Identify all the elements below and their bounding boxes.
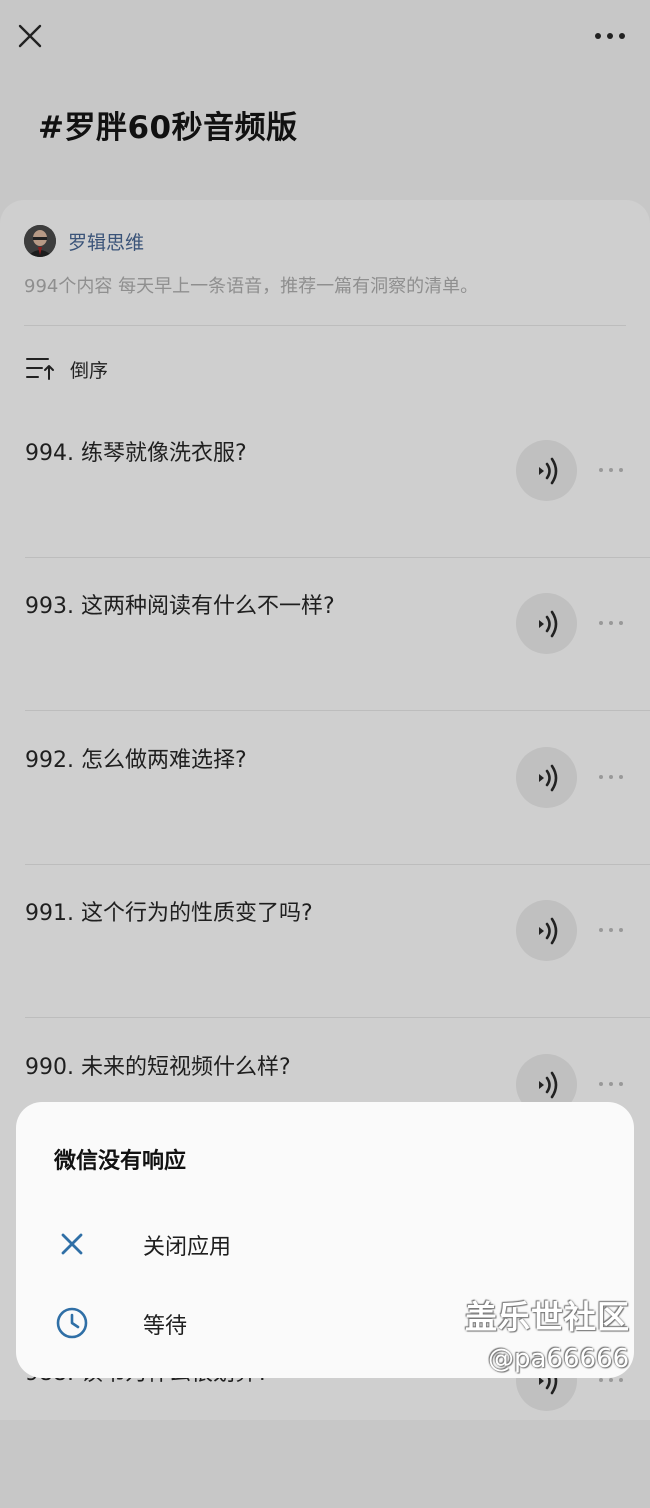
divider — [24, 325, 626, 326]
clock-icon — [56, 1307, 88, 1339]
item-more-icon[interactable] — [597, 923, 625, 937]
list-item[interactable]: 993. 这两种阅读有什么不一样? — [0, 558, 650, 711]
list-item[interactable]: 992. 怎么做两难选择? — [0, 712, 650, 865]
wait-label: 等待 — [143, 1314, 188, 1339]
sort-toggle[interactable]: 倒序 — [24, 355, 108, 383]
sound-wave-icon — [538, 1071, 557, 1098]
audio-play-button[interactable] — [516, 440, 577, 501]
dialog-title: 微信没有响应 — [54, 1149, 187, 1174]
topic-summary: 994个内容 每天早上一条语音，推荐一篇有洞察的清单。 — [24, 276, 479, 297]
audio-play-button[interactable] — [516, 747, 577, 808]
close-app-label: 关闭应用 — [143, 1235, 232, 1260]
sound-wave-icon — [538, 610, 557, 637]
episode-title[interactable]: 991. 这个行为的性质变了吗? — [25, 895, 313, 927]
episode-title[interactable]: 994. 练琴就像洗衣服? — [25, 435, 247, 467]
close-icon[interactable] — [12, 18, 48, 54]
episode-title[interactable]: 990. 未来的短视频什么样? — [25, 1049, 291, 1081]
item-more-icon[interactable] — [597, 1077, 625, 1091]
close-icon — [61, 1233, 83, 1255]
author-name[interactable]: 罗辑思维 — [68, 228, 144, 255]
divider — [25, 1017, 650, 1018]
watermark-handle: @pa66666 — [488, 1344, 630, 1374]
item-more-icon[interactable] — [597, 616, 625, 630]
audio-play-button[interactable] — [516, 593, 577, 654]
sort-label: 倒序 — [70, 359, 109, 382]
watermark-text: 盖乐世社区 — [465, 1298, 631, 1336]
divider — [25, 710, 650, 711]
avatar[interactable] — [24, 225, 56, 257]
sound-wave-icon — [538, 917, 557, 944]
sound-wave-icon — [538, 764, 557, 791]
audio-play-button[interactable] — [516, 900, 577, 961]
more-options-icon[interactable] — [590, 22, 630, 50]
sort-icon — [26, 358, 54, 380]
close-app-option[interactable]: 关闭应用 — [16, 1214, 634, 1274]
list-item[interactable]: 991. 这个行为的性质变了吗? — [0, 865, 650, 1018]
page-title: #罗胖60秒音频版 — [38, 110, 298, 146]
author-row[interactable]: 罗辑思维 — [24, 225, 144, 257]
list-item[interactable]: 994. 练琴就像洗衣服? — [0, 405, 650, 558]
episode-title[interactable]: 993. 这两种阅读有什么不一样? — [25, 588, 335, 620]
item-more-icon[interactable] — [597, 463, 625, 477]
episode-title[interactable]: 992. 怎么做两难选择? — [25, 742, 247, 774]
sound-wave-icon — [538, 457, 557, 484]
item-more-icon[interactable] — [597, 770, 625, 784]
